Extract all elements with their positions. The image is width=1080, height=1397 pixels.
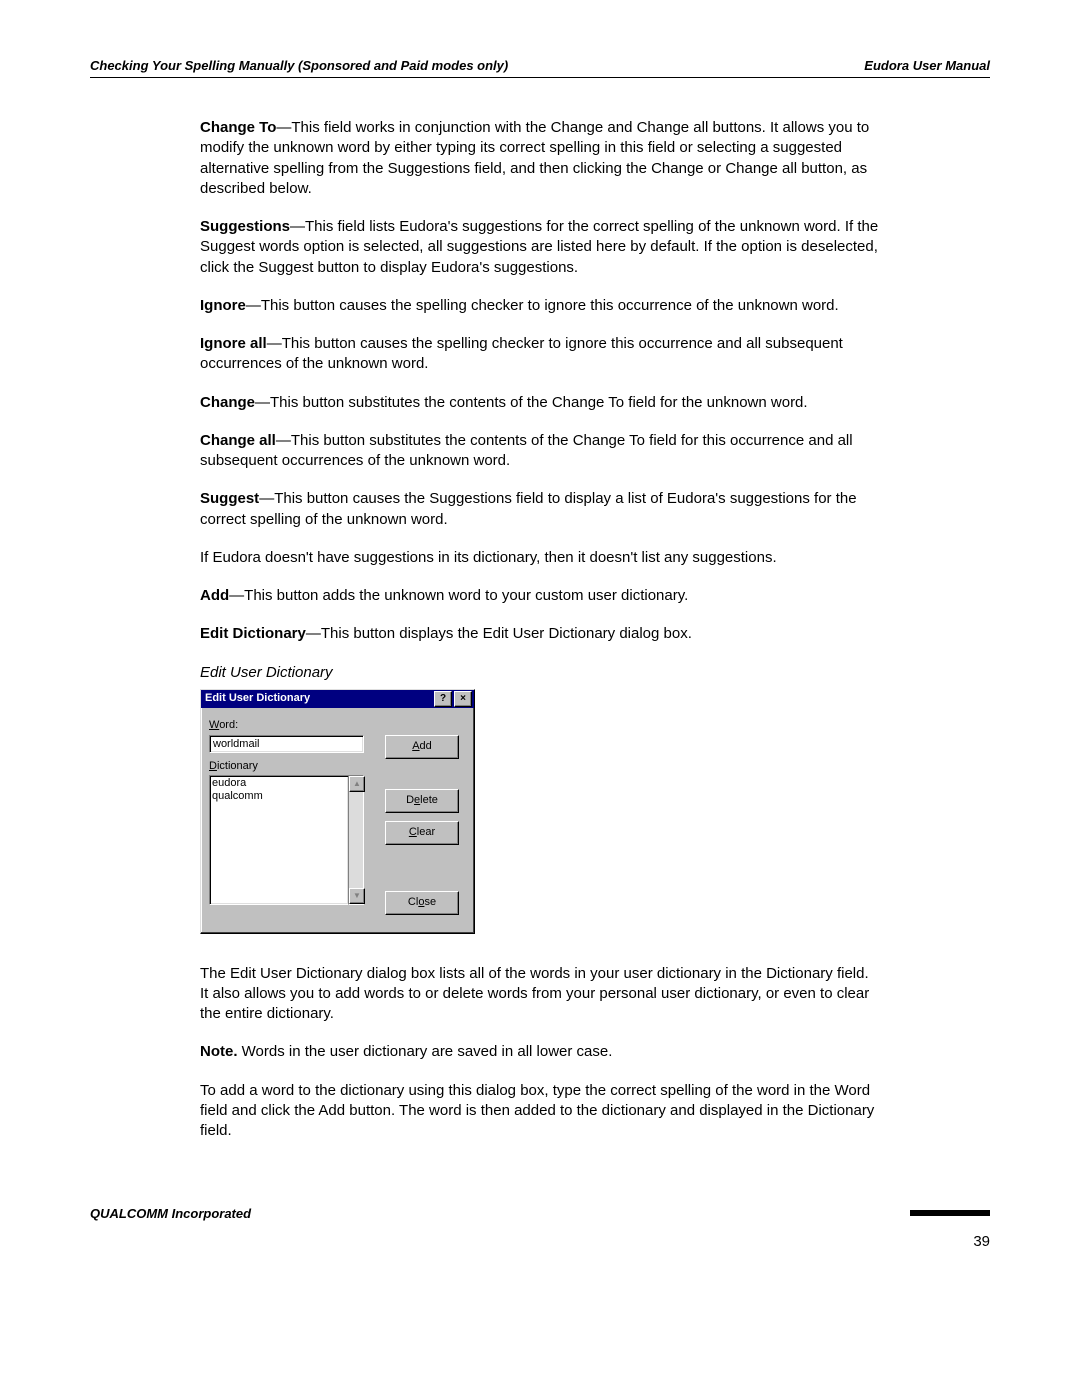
scroll-down-icon[interactable]: ▼ [349,888,365,904]
edit-user-dictionary-dialog: Edit User Dictionary ? × Word: worldmail… [200,689,475,934]
page-footer: QUALCOMM Incorporated [90,1205,990,1222]
word-input[interactable]: worldmail [209,735,364,753]
footer-bar [910,1210,990,1216]
help-icon[interactable]: ? [434,691,452,707]
dictionary-listbox[interactable]: eudora qualcomm [209,775,349,905]
body-text: Change To—This field works in conjunctio… [200,118,880,1141]
term-change-all: Change all [200,432,276,449]
delete-button[interactable]: Delete [385,789,459,813]
term-add: Add [200,587,229,604]
dialog-titlebar[interactable]: Edit User Dictionary ? × [201,690,474,708]
close-icon[interactable]: × [454,691,472,707]
term-ignore: Ignore [200,297,246,314]
header-right: Eudora User Manual [864,58,990,73]
term-suggestions: Suggestions [200,218,290,235]
dialog-title: Edit User Dictionary [205,691,310,706]
list-item[interactable]: eudora [212,777,346,790]
term-note: Note. [200,1043,238,1060]
term-suggest: Suggest [200,490,259,507]
listbox-scrollbar[interactable]: ▲ ▼ [348,775,364,905]
scroll-up-icon[interactable]: ▲ [349,776,365,792]
footer-company: QUALCOMM Incorporated [90,1206,251,1221]
figure-caption: Edit User Dictionary [200,663,880,683]
term-edit-dictionary: Edit Dictionary [200,625,306,642]
header-left: Checking Your Spelling Manually (Sponsor… [90,58,508,73]
page-number: 39 [973,1233,990,1250]
dictionary-label: Dictionary [209,759,369,774]
word-label: Word: [209,718,466,733]
term-change-to: Change To [200,119,276,136]
term-ignore-all: Ignore all [200,335,267,352]
clear-button[interactable]: Clear [385,821,459,845]
close-button[interactable]: Close [385,891,459,915]
list-item[interactable]: qualcomm [212,790,346,803]
term-change: Change [200,394,255,411]
page-header: Checking Your Spelling Manually (Sponsor… [90,58,990,78]
add-button[interactable]: Add [385,735,459,759]
